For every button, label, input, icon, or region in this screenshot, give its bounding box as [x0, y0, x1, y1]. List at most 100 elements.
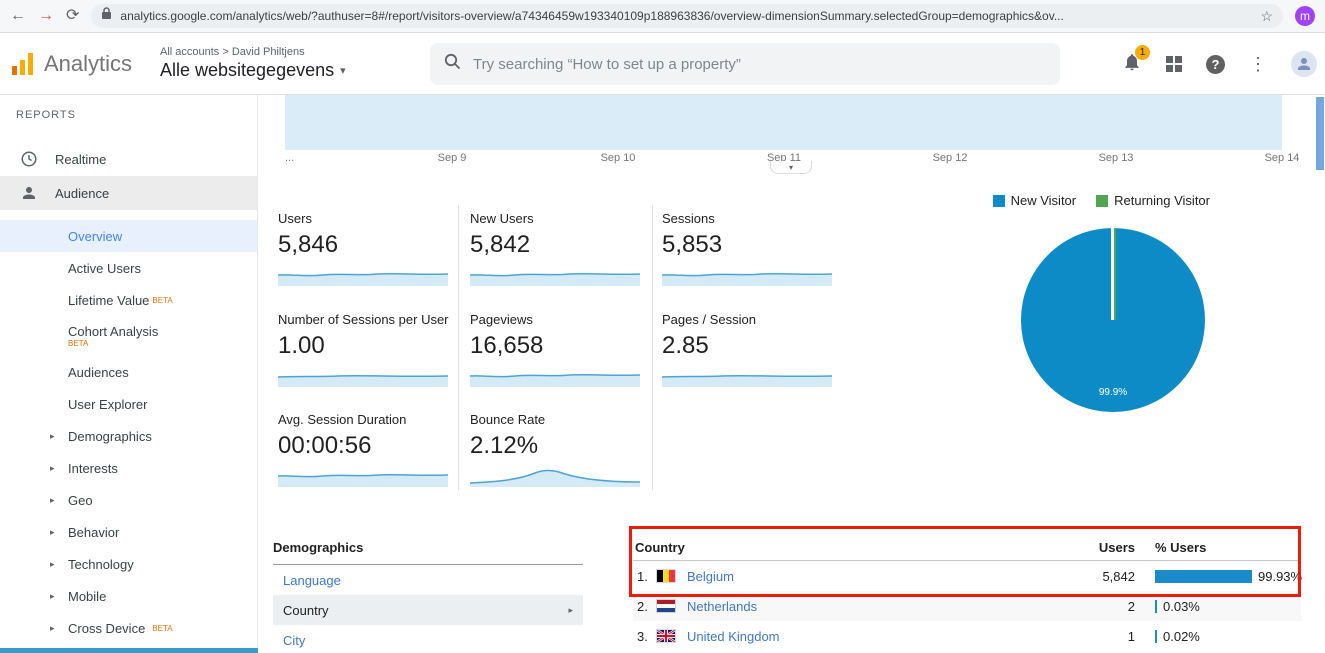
metric-card-pages-per-session[interactable]: Pages / Session 2.85	[662, 312, 840, 392]
table-row-belgium: 1. Belgium 5,842 99.93%	[633, 561, 1301, 591]
sidebar-item-technology[interactable]: ▸ Technology	[0, 548, 257, 580]
sidebar-item-cohort-analysis[interactable]: Cohort Analysis BETA	[0, 316, 257, 356]
legend-label: Returning Visitor	[1114, 193, 1210, 208]
dimension-country[interactable]: Country ▸	[273, 595, 583, 625]
axis-overflow-label: ...	[285, 152, 294, 164]
expand-arrow-icon: ▸	[50, 431, 64, 442]
country-link[interactable]: Netherlands	[683, 599, 1025, 614]
visitor-type-pie-chart[interactable]: 99.9%	[1021, 228, 1205, 412]
country-link[interactable]: United Kingdom	[683, 629, 1025, 644]
table-row-united-kingdom: 3. United Kingdom 1 0.02%	[633, 621, 1301, 651]
column-divider	[458, 205, 459, 490]
dimension-language[interactable]: Language	[273, 565, 583, 595]
legend-swatch-returning-visitor	[1096, 195, 1108, 207]
search-input[interactable]	[473, 56, 1046, 73]
metric-value: 2.85	[662, 332, 840, 360]
sidebar-item-label: Cross Device	[68, 621, 145, 636]
metric-card-bounce-rate[interactable]: Bounce Rate 2.12%	[470, 412, 648, 492]
overflow-menu-icon[interactable]: ⋮	[1249, 54, 1267, 75]
metric-label: Bounce Rate	[470, 412, 648, 427]
metric-card-avg-session-duration[interactable]: Avg. Session Duration 00:00:56	[278, 412, 456, 492]
browser-back-icon[interactable]: ←	[10, 8, 26, 24]
sidebar-horizontal-scrollbar[interactable]	[0, 648, 258, 653]
browser-reload-icon[interactable]: ⟳	[66, 8, 79, 24]
lock-icon	[101, 7, 112, 25]
dimension-city[interactable]: City	[273, 625, 583, 653]
sidebar-item-active-users[interactable]: Active Users	[0, 252, 257, 284]
browser-profile-avatar[interactable]: m	[1295, 6, 1315, 26]
page: ← → ⟳ analytics.google.com/analytics/web…	[0, 0, 1325, 653]
sidebar-item-label: Audience	[55, 186, 109, 201]
browser-forward-icon[interactable]: →	[38, 8, 54, 24]
axis-tick: Sep 14	[1265, 152, 1300, 164]
account-switcher[interactable]: All accounts > David Philtjens Alle webs…	[160, 46, 346, 81]
netherlands-flag-icon	[657, 600, 675, 612]
users-value: 2	[1025, 599, 1135, 614]
metric-card-pageviews[interactable]: Pageviews 16,658	[470, 312, 648, 392]
clock-icon	[20, 150, 38, 168]
apps-grid-icon[interactable]	[1166, 56, 1182, 72]
metric-card-users[interactable]: Users 5,846	[278, 211, 456, 291]
sidebar-item-cross-device[interactable]: ▸ Cross Device BETA	[0, 612, 257, 644]
app-header: Analytics All accounts > David Philtjens…	[0, 33, 1325, 95]
url-text: analytics.google.com/analytics/web/?auth…	[120, 9, 1252, 23]
column-divider	[652, 205, 653, 490]
pie-legend: New Visitor Returning Visitor	[993, 193, 1210, 208]
column-header-users[interactable]: Users	[1025, 540, 1135, 555]
chart-pull-tab[interactable]: ▾	[770, 161, 812, 174]
legend-item-returning-visitor[interactable]: Returning Visitor	[1096, 193, 1210, 208]
row-rank: 1.	[633, 569, 657, 584]
pct-cell: 99.93%	[1155, 569, 1301, 584]
demographics-title: Demographics	[273, 540, 583, 565]
global-search[interactable]	[430, 43, 1060, 85]
metric-card-sessions-per-user[interactable]: Number of Sessions per User 1.00	[278, 312, 456, 392]
address-bar[interactable]: analytics.google.com/analytics/web/?auth…	[91, 4, 1283, 28]
expand-arrow-icon: ▸	[50, 591, 64, 602]
beta-badge: BETA	[152, 296, 172, 305]
sidebar-item-audiences[interactable]: Audiences	[0, 356, 257, 388]
user-avatar[interactable]	[1291, 51, 1317, 77]
sessions-timeline-chart[interactable]	[285, 95, 1282, 150]
sidebar-item-lifetime-value[interactable]: Lifetime Value BETA	[0, 284, 257, 316]
metric-sparkline	[278, 262, 448, 286]
metric-card-sessions[interactable]: Sessions 5,853	[662, 211, 840, 291]
sidebar-item-user-explorer[interactable]: User Explorer	[0, 388, 257, 420]
table-row-netherlands: 2. Netherlands 2 0.03%	[633, 591, 1301, 621]
beta-badge: BETA	[68, 339, 88, 348]
metric-label: Avg. Session Duration	[278, 412, 456, 427]
sidebar-item-behavior[interactable]: ▸ Behavior	[0, 516, 257, 548]
column-header-pct-users[interactable]: % Users	[1155, 540, 1301, 555]
metric-card-new-users[interactable]: New Users 5,842	[470, 211, 648, 291]
sidebar-item-audience[interactable]: Audience	[0, 176, 257, 210]
sidebar-item-demographics[interactable]: ▸ Demographics	[0, 420, 257, 452]
main-content: ... Sep 9 Sep 10 Sep 11 Sep 12 Sep 13 Se…	[258, 95, 1325, 653]
vertical-scrollbar-thumb[interactable]	[1316, 97, 1324, 170]
beta-badge: BETA	[152, 624, 172, 633]
sidebar-item-label: Interests	[68, 461, 118, 476]
sidebar-item-label: Geo	[68, 493, 93, 508]
sidebar-item-mobile[interactable]: ▸ Mobile	[0, 580, 257, 612]
sidebar-item-realtime[interactable]: Realtime	[0, 142, 257, 176]
bookmark-star-icon[interactable]: ☆	[1260, 8, 1273, 25]
sidebar-item-label: Cohort Analysis	[68, 324, 158, 339]
pct-bar	[1155, 630, 1157, 643]
column-header-country[interactable]: Country	[633, 540, 1025, 555]
country-link[interactable]: Belgium	[683, 569, 1025, 584]
analytics-logo[interactable]: Analytics	[0, 51, 160, 77]
sidebar-item-interests[interactable]: ▸ Interests	[0, 452, 257, 484]
legend-item-new-visitor[interactable]: New Visitor	[993, 193, 1077, 208]
help-icon[interactable]: ?	[1206, 55, 1225, 74]
reports-section-label: REPORTS	[0, 109, 257, 128]
caret-down-icon: ▾	[789, 163, 793, 172]
expand-arrow-icon: ▸	[50, 527, 64, 538]
axis-tick: Sep 13	[1099, 152, 1134, 164]
table-header: Country Users % Users	[633, 535, 1301, 561]
sidebar-item-geo[interactable]: ▸ Geo	[0, 484, 257, 516]
metric-value: 2.12%	[470, 432, 648, 460]
person-icon	[20, 184, 38, 202]
sidebar-item-label: User Explorer	[68, 397, 147, 412]
sidebar-item-overview[interactable]: Overview	[0, 220, 257, 252]
pct-value: 99.93%	[1258, 569, 1302, 584]
pie-slice-returning	[1114, 228, 1116, 320]
notifications-button[interactable]: 1	[1122, 52, 1142, 77]
